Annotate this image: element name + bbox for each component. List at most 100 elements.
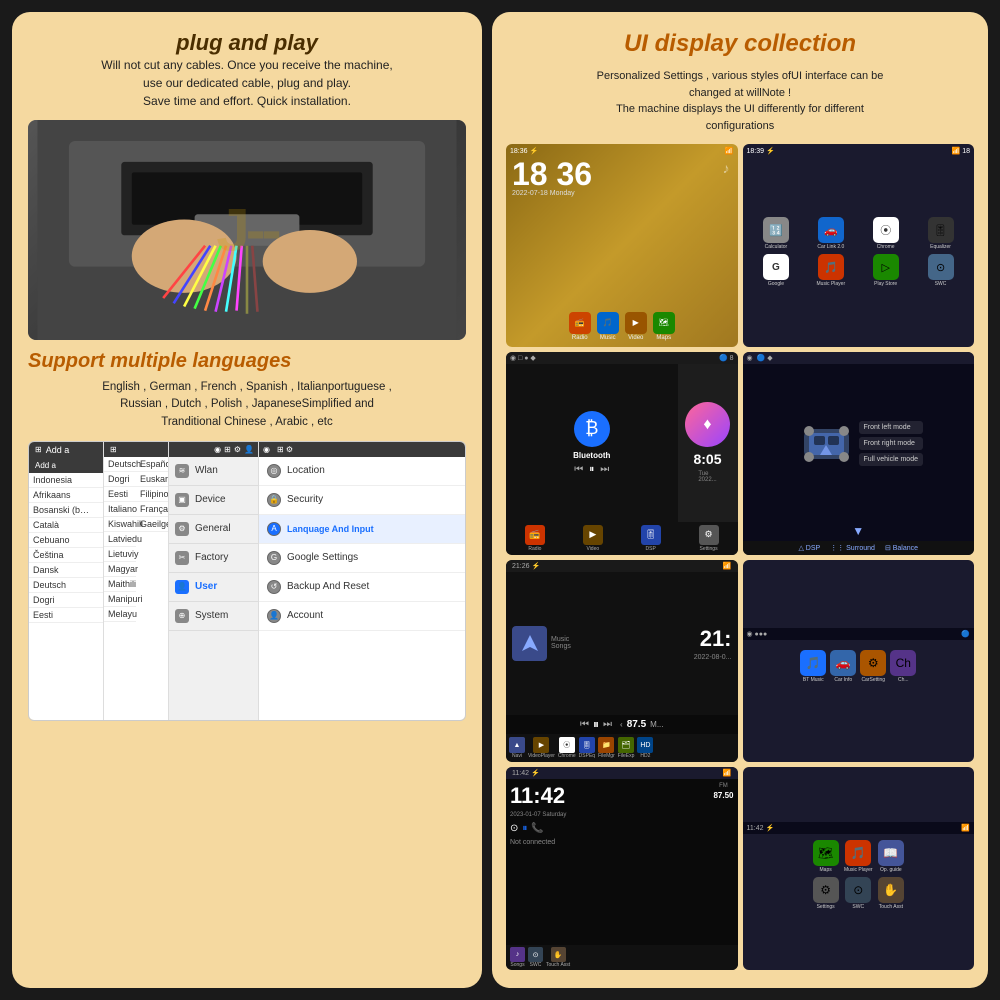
cell6-carinfo: 🚗 Car Info: [830, 650, 856, 683]
submenu-label-google: Google Settings: [287, 552, 358, 563]
cell2-app-eq: 🎚 Equalizer: [915, 217, 966, 250]
lang-sub2: Español Euskara Filipino Français Gaeilg…: [136, 457, 168, 622]
submenu-label-account: Account: [287, 610, 323, 621]
lang-item: Dogri: [104, 472, 136, 487]
google-icon: G: [267, 551, 281, 565]
ui-cell-7: 11:42 ⚡ 📶 11:42 2023-01-07 Saturday ⊙ ⏸ …: [506, 767, 738, 970]
user-icon: 👤: [175, 580, 189, 594]
nav-item-device[interactable]: ▣ Device: [169, 486, 258, 515]
cell4-mode-front-left[interactable]: Front left mode: [859, 421, 923, 434]
lang-item: Maithili: [104, 577, 136, 592]
submenu-item-backup[interactable]: ↺ Backup And Reset: [259, 573, 465, 602]
ui-cell-1: 18:36 ⚡ 📶 18 36 2022-07-18 Monday ♪ 📻 Ra…: [506, 144, 738, 347]
cell7-notconn: Not connected: [510, 839, 709, 846]
ui-cell-3: ◉ □ ● ◆ 🔵 8 ₿ Bluetooth ⏮ ⏸ ⏭: [506, 352, 738, 555]
cell2-app-musicplayer: 🎵 Music Player: [805, 254, 856, 287]
cell4-car-icon: [794, 419, 859, 469]
lang-item: Manipuri: [104, 592, 136, 607]
right-body: Personalized Settings , various styles o…: [506, 68, 974, 134]
tools-icon: ✂: [175, 551, 189, 565]
nav-col-header: ◉ ⊞ ⚙ 👤: [169, 442, 258, 457]
lang-header3: ⊞: [104, 442, 168, 457]
cell7-header: 11:42 ⚡ 📶: [506, 767, 738, 779]
nav-label-wlan: Wlan: [195, 465, 218, 476]
lang-sub1: Deutsch Dogri Eesti Italiano Kiswahili L…: [104, 457, 136, 622]
plug-body: Will not cut any cables. Once you receiv…: [28, 56, 466, 110]
cell2-app-playstore: ▷ Play Store: [860, 254, 911, 287]
lang-item: Afrikaans: [29, 488, 103, 503]
cell4-mode-front-right[interactable]: Front right mode: [859, 437, 923, 450]
cell5-navi: ▲ Navi: [509, 737, 525, 759]
lang-item: Bosanski (b…: [29, 503, 103, 518]
ui-cell-8: 11:42 ⚡ 📶 🗺 Maps 🎵 Music Player 📖 Op. gu…: [743, 767, 975, 970]
lang-item: Eesti: [104, 487, 136, 502]
cell8-op-guide: 📖 Op. guide: [877, 840, 906, 873]
nav-item-wlan[interactable]: ≋ Wlan: [169, 457, 258, 486]
submenu-label-location: Location: [287, 465, 325, 476]
cell5-content: MusicSongs 21: 2022-08-0...: [506, 572, 738, 716]
lang-item: Español: [136, 457, 168, 472]
cell4-modes: Front left mode Front right mode Full ve…: [859, 421, 923, 466]
cell5-time-area: 21: 2022-08-0...: [694, 626, 732, 661]
nav-item-system[interactable]: ⊕ System: [169, 602, 258, 631]
cell5-header: 21:26 ⚡ 📶: [506, 560, 738, 572]
nav-item-factory[interactable]: ✂ Factory: [169, 544, 258, 573]
cell6-btmusic: 🎵 BT Music: [800, 650, 826, 683]
system-icon: ⊕: [175, 609, 189, 623]
cell5-video-player: ▶ VideoPlayer: [528, 737, 555, 759]
cell8-header: 11:42 ⚡ 📶: [743, 822, 975, 834]
nav-item-general[interactable]: ⚙ General: [169, 515, 258, 544]
cell8-touch-asst: ✋ Touch Asst: [877, 877, 906, 910]
submenu-item-google[interactable]: G Google Settings: [259, 544, 465, 573]
submenu-header: ◉ ⊞ ⚙: [259, 442, 465, 457]
cell5-nav-icon: [512, 626, 547, 661]
cell4-mode-full[interactable]: Full vehicle mode: [859, 453, 923, 466]
cell5-info: MusicSongs: [551, 636, 571, 650]
ui-cell-4: ◉ 🔵 ◆: [743, 352, 975, 555]
lang-item: Čeština: [29, 548, 103, 563]
lang-col: ⊞ Add a Add a Indonesia Afrikaans Bosans…: [29, 442, 104, 720]
multilang-section: Support multiple languages English , Ger…: [28, 350, 466, 431]
submenu-col: ◉ ⊞ ⚙ ◎ Location 🔒 Security A Lanquage A…: [259, 442, 465, 720]
cell6-header: ◉ ●●● 🔵: [743, 628, 975, 640]
cell2-app-google: G Google: [751, 254, 802, 287]
lang-item: Italiano: [104, 502, 136, 517]
ui-grid: 18:36 ⚡ 📶 18 36 2022-07-18 Monday ♪ 📻 Ra…: [506, 144, 974, 970]
submenu-item-security[interactable]: 🔒 Security: [259, 486, 465, 515]
cell4-bottom: △ DSP ⋮⋮ Surround ⊟ Balance: [743, 541, 975, 555]
cell3-dsp: 🎚 DSP: [641, 525, 661, 552]
ui-cell-6: ◉ ●●● 🔵 🎵 BT Music 🚗 Car Info ⚙ CarSetti…: [743, 560, 975, 763]
cell6-ch: Ch Ch...: [890, 650, 916, 683]
lang-item: Eesti: [29, 608, 103, 623]
cell3-settings: ⚙ Settings: [699, 525, 719, 552]
cell5-hd2: HD HD2: [637, 737, 653, 759]
left-panel: plug and play Will not cut any cables. O…: [12, 12, 482, 988]
lang-item: Lietuviy: [104, 547, 136, 562]
cell3-day: Tue2022...: [698, 471, 716, 483]
submenu-item-location[interactable]: ◎ Location: [259, 457, 465, 486]
nav-label-system: System: [195, 610, 228, 621]
language-icon: A: [267, 522, 281, 536]
cell8-app-grid: 🗺 Maps 🎵 Music Player 📖 Op. guide ⚙ Sett…: [805, 834, 911, 916]
cell3-bt-label: Bluetooth: [573, 451, 610, 460]
cell3-time: 8:05: [693, 451, 721, 467]
plug-image-placeholder: J--: [28, 120, 466, 340]
nav-item-user[interactable]: 👤 User: [169, 573, 258, 602]
submenu-item-account[interactable]: 👤 Account: [259, 602, 465, 631]
lang-item: Français: [136, 502, 168, 517]
cell6-carsetting: ⚙ CarSetting: [860, 650, 886, 683]
cell3-main: ₿ Bluetooth ⏮ ⏸ ⏭ ♦ 8:05 Tue2022..: [506, 364, 738, 522]
security-icon: 🔒: [267, 493, 281, 507]
cell4-header: ◉ 🔵 ◆: [743, 352, 975, 364]
cell5-dsp-eq: 🎚 DSPEq: [579, 737, 595, 759]
lang-item: Deutsch: [104, 457, 136, 472]
cell3-controls: ⏮ ⏸ ⏭: [574, 464, 609, 475]
cell7-content: 11:42 2023-01-07 Saturday ⊙ ⏸ 📞 Not conn…: [506, 779, 738, 945]
lang-item: Latviedu: [104, 532, 136, 547]
location-icon: ◎: [267, 464, 281, 478]
watermark: J--: [216, 196, 277, 265]
cell7-freq: FM 87.50: [713, 783, 733, 941]
submenu-item-language[interactable]: A Lanquage And Input: [259, 515, 465, 544]
cell4-car-view: Front left mode Front right mode Full ve…: [788, 364, 929, 524]
cell3-header: ◉ □ ● ◆ 🔵 8: [506, 352, 738, 364]
